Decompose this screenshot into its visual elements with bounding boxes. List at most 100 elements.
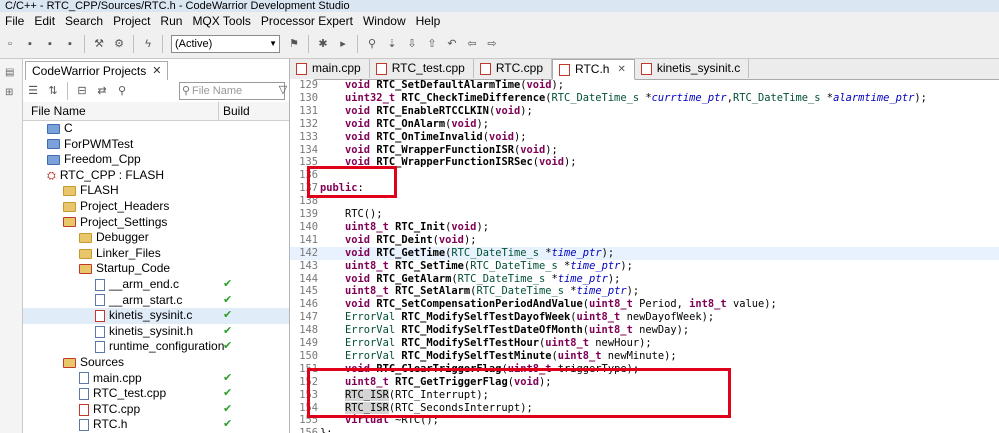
menu-processor-expert[interactable]: Processor Expert	[256, 14, 358, 28]
editor-tab[interactable]: RTC.h ✕	[552, 59, 635, 80]
editor-tab[interactable]: kinetis_sysinit.c	[634, 59, 750, 78]
link-editor-icon[interactable]: ⇄	[95, 84, 109, 98]
code-line[interactable]: 134 void RTC_WrapperFunctionISR(void);	[290, 144, 999, 157]
restore-icon[interactable]: ▤	[5, 67, 17, 79]
tree-item-label: __arm_end.c	[109, 276, 180, 291]
file-name-filter-input[interactable]: ⚲ File Name	[179, 82, 285, 100]
menu-file[interactable]: File	[0, 14, 29, 28]
build-configuration-select[interactable]: (Active) ▼	[171, 35, 280, 53]
editor-tab[interactable]: RTC.cpp	[473, 59, 552, 78]
tree-item-label: FLASH	[80, 183, 119, 198]
tree-item-label: RTC_CPP : FLASH	[59, 167, 165, 182]
tree-item[interactable]: C	[23, 121, 289, 137]
debug-icon[interactable]: ✱	[316, 37, 330, 51]
flash-icon[interactable]: ϟ	[141, 37, 155, 51]
build-all-icon[interactable]: ⚙	[112, 37, 126, 51]
tree-item[interactable]: FLASH	[23, 183, 289, 199]
build-check-icon[interactable]: ✔	[223, 324, 232, 340]
prev-annotation-icon[interactable]: ⇧	[425, 37, 439, 51]
configure-icon[interactable]: ⚑	[287, 37, 301, 51]
editor-tab[interactable]: main.cpp	[290, 59, 370, 78]
build-check-icon[interactable]: ✔	[223, 339, 232, 355]
run-icon[interactable]: ▸	[336, 37, 350, 51]
menu-project[interactable]: Project	[108, 14, 155, 28]
build-check-icon[interactable]: ✔	[223, 293, 232, 309]
column-file-name[interactable]: File Name	[31, 102, 86, 120]
build-check-icon[interactable]: ✔	[223, 277, 232, 293]
tree-item[interactable]: ⛭ RTC_CPP : FLASH	[23, 168, 289, 184]
new-icon[interactable]: ▫	[3, 37, 17, 51]
print-icon[interactable]: ▪	[63, 37, 77, 51]
tree-item[interactable]: Linker_Files	[23, 246, 289, 262]
tree-item[interactable]: ForPWMTest	[23, 137, 289, 153]
menu-window[interactable]: Window	[358, 14, 411, 28]
build-check-icon[interactable]: ✔	[223, 386, 232, 402]
code-text: void RTC_Deint(void);	[345, 233, 477, 246]
menu-run[interactable]: Run	[155, 14, 187, 28]
build-check-icon[interactable]: ✔	[223, 417, 232, 433]
menu-help[interactable]: Help	[411, 14, 446, 28]
last-edit-icon[interactable]: ↶	[445, 37, 459, 51]
tree-item[interactable]: Sources	[23, 355, 289, 371]
code-line[interactable]: 132 void RTC_OnAlarm(void);	[290, 118, 999, 131]
close-icon[interactable]: ✕	[617, 60, 625, 79]
back-icon[interactable]: ⇦	[465, 37, 479, 51]
menu-mqx-tools[interactable]: MQX Tools	[187, 14, 255, 28]
save-all-icon[interactable]: ▪	[43, 37, 57, 51]
code-line[interactable]: 156};	[290, 427, 999, 433]
code-text: void RTC_WrapperFunctionISR(void);	[345, 143, 558, 156]
build-icon[interactable]: ⚒	[92, 37, 106, 51]
sort-icon[interactable]: ⇅	[46, 84, 60, 98]
next-annotation-icon[interactable]: ⇩	[405, 37, 419, 51]
code-line[interactable]: 150 ErrorVal RTC_ModifySelfTestMinute(ui…	[290, 350, 999, 363]
collapse-all-icon[interactable]: ⊟	[75, 84, 89, 98]
code-line[interactable]: 146 void RTC_SetCompensationPeriodAndVal…	[290, 298, 999, 311]
code-line[interactable]: 140 uint8_t RTC_Init(void);	[290, 221, 999, 234]
build-check-icon[interactable]: ✔	[223, 308, 232, 324]
build-check-icon[interactable]: ✔	[223, 371, 232, 387]
tree-item[interactable]: RTC.h ✔	[23, 417, 289, 433]
tree-item[interactable]: __arm_end.c ✔	[23, 277, 289, 293]
code-line[interactable]: 141 void RTC_Deint(void);	[290, 234, 999, 247]
tree-item[interactable]: kinetis_sysinit.h ✔	[23, 324, 289, 340]
list-view-icon[interactable]: ☰	[26, 84, 40, 98]
menu-search[interactable]: Search	[60, 14, 108, 28]
code-line[interactable]: 131 void RTC_EnableRTCCLKIN(void);	[290, 105, 999, 118]
search-icon[interactable]: ⚲	[365, 37, 379, 51]
code-line[interactable]: 143 uint8_t RTC_SetTime(RTC_DateTime_s *…	[290, 260, 999, 273]
code-line[interactable]: 147 ErrorVal RTC_ModifySelfTestDayofWeek…	[290, 311, 999, 324]
hierarchy-icon[interactable]: ⊞	[5, 87, 17, 99]
tab-codewarrior-projects[interactable]: CodeWarrior Projects ✕	[25, 61, 169, 80]
pin-icon[interactable]: ⇣	[385, 37, 399, 51]
code-line[interactable]: 149 ErrorVal RTC_ModifySelfTestHour(uint…	[290, 337, 999, 350]
editor-tab[interactable]: RTC_test.cpp	[369, 59, 474, 78]
tree-item[interactable]: Project_Headers	[23, 199, 289, 215]
code-text: void RTC_OnAlarm(void);	[345, 117, 489, 130]
tree-item[interactable]: main.cpp ✔	[23, 371, 289, 387]
code-line[interactable]: 133 void RTC_OnTimeInvalid(void);	[290, 131, 999, 144]
code-line[interactable]: 144 void RTC_GetAlarm(RTC_DateTime_s *ti…	[290, 273, 999, 286]
code-line[interactable]: 145 uint8_t RTC_SetAlarm(RTC_DateTime_s …	[290, 285, 999, 298]
code-line[interactable]: 139 RTC();	[290, 208, 999, 221]
save-icon[interactable]: ▪	[23, 37, 37, 51]
tree-item[interactable]: kinetis_sysinit.c ✔	[23, 308, 289, 324]
view-menu-icon[interactable]: ▽	[276, 83, 290, 97]
tree-item[interactable]: Freedom_Cpp	[23, 152, 289, 168]
tree-item[interactable]: Project_Settings	[23, 215, 289, 231]
forward-icon[interactable]: ⇨	[485, 37, 499, 51]
code-line[interactable]: 142 void RTC_GetTime(RTC_DateTime_s *tim…	[290, 246, 999, 260]
tree-item[interactable]: __arm_start.c ✔	[23, 293, 289, 309]
tree-item[interactable]: runtime_configuration ✔	[23, 339, 289, 355]
tree-item[interactable]: RTC.cpp ✔	[23, 402, 289, 418]
column-build[interactable]: Build	[218, 102, 250, 120]
tree-item[interactable]: RTC_test.cpp ✔	[23, 386, 289, 402]
code-line[interactable]: 148 ErrorVal RTC_ModifySelfTestDateOfMon…	[290, 324, 999, 337]
close-icon[interactable]: ✕	[152, 62, 161, 80]
filter-icon[interactable]: ⚲	[115, 84, 129, 98]
code-line[interactable]: 130 uint32_t RTC_CheckTimeDifference(RTC…	[290, 92, 999, 105]
tree-item[interactable]: Debugger	[23, 230, 289, 246]
build-check-icon[interactable]: ✔	[223, 402, 232, 418]
code-line[interactable]: 129 void RTC_SetDefaultAlarmTime(void);	[290, 79, 999, 92]
menu-edit[interactable]: Edit	[29, 14, 60, 28]
tree-item[interactable]: Startup_Code	[23, 261, 289, 277]
